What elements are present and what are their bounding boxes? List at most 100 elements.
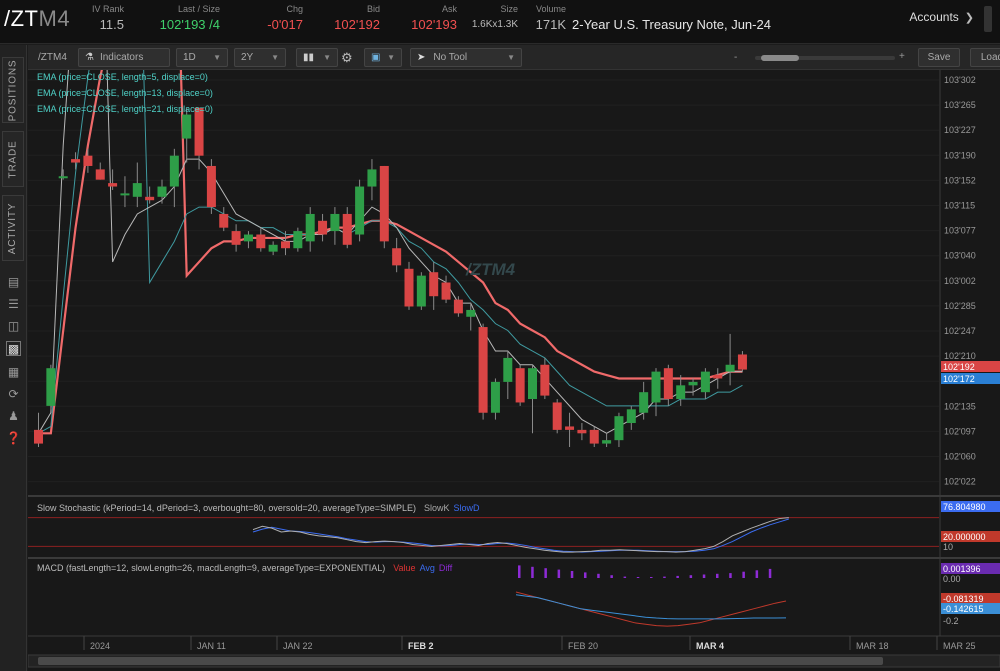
tab-activity[interactable]: ACTIVITY xyxy=(2,195,24,261)
study-ema5-label[interactable]: EMA (price=CLOSE, length=5, displace=0) xyxy=(37,72,208,82)
indicators-button[interactable]: ⚗ Indicators xyxy=(78,48,170,67)
macd-diff-bar xyxy=(742,571,745,578)
ask-value[interactable]: 102'193 xyxy=(405,17,457,32)
aggregation-value: 1D xyxy=(183,52,196,63)
stoch-axis-label: 10 xyxy=(943,542,953,552)
chart-symbol-label[interactable]: /ZTM4 xyxy=(32,48,72,67)
candle-body xyxy=(663,368,673,400)
people-icon[interactable]: ♟ xyxy=(6,409,21,424)
date-axis-label: MAR 25 xyxy=(943,641,976,651)
volume-field: Volume 171K xyxy=(528,4,566,32)
macd-diff-legend: Diff xyxy=(438,563,453,573)
news-icon[interactable]: ▤ xyxy=(6,275,21,290)
drawing-select[interactable]: ▣ ▼ xyxy=(364,48,402,67)
stoch-legend: SlowK SlowD xyxy=(424,503,480,513)
zoom-slider-thumb[interactable] xyxy=(761,55,799,61)
macd-axis-label: 0.001396 xyxy=(943,564,981,574)
candle-body xyxy=(83,155,93,166)
candle-body xyxy=(577,429,587,434)
candle-body xyxy=(614,416,624,441)
price-axis-label: 102'097 xyxy=(944,426,976,436)
macd-axis-label: 0.00 xyxy=(943,574,961,584)
refresh-icon[interactable]: ⟳ xyxy=(6,387,21,402)
aggregation-select[interactable]: 1D ▼ xyxy=(176,48,228,67)
ask-field[interactable]: Ask 102'193 xyxy=(405,4,457,32)
macd-diff-bar xyxy=(676,575,679,578)
chart-style-select[interactable]: ▮▮ ▼ xyxy=(296,48,338,67)
quote-bar: /ZTM4 IV Rank 11.5 Last / Size 102'193 /4 … xyxy=(0,0,1000,44)
macd-diff-bar xyxy=(597,573,600,578)
trading-app: /ZTM4 IV Rank 11.5 Last / Size 102'193 /4 … xyxy=(0,0,1000,671)
candle-body xyxy=(132,183,142,197)
price-axis-label: 103'002 xyxy=(944,276,976,286)
macd-axis-label: -0.142615 xyxy=(943,604,984,614)
macd-diff-bar xyxy=(663,576,666,578)
header-scrollbar[interactable] xyxy=(984,6,992,32)
candle-body xyxy=(342,213,352,245)
macd-diff-bar xyxy=(518,565,521,578)
study-stoch-label[interactable]: Slow Stochastic (kPeriod=14, dPeriod=3, … xyxy=(37,503,480,513)
candle-body xyxy=(478,327,488,413)
chart-toolbar: /ZTM4 ⚗ Indicators 1D ▼ 2Y ▼ ▮▮ ▼ ⚙ ▣ ▼ ➤ No T… xyxy=(28,45,1000,70)
tab-positions[interactable]: POSITIONS xyxy=(2,57,24,123)
volume-label: Volume xyxy=(535,4,566,14)
left-sidebar: POSITIONS TRADE ACTIVITY ▤ ☰ ◫ ▩ ▦ ⟳ ♟ ❓ xyxy=(0,45,27,671)
candle-body xyxy=(367,169,377,187)
macd-axis-label: -0.2 xyxy=(943,616,959,626)
macd-value-legend: Value xyxy=(393,563,416,573)
chart-icon[interactable]: ▩ xyxy=(6,341,21,356)
help-icon[interactable]: ❓ xyxy=(6,431,21,446)
ask-label: Ask xyxy=(441,4,457,14)
price-axis-label: 102'210 xyxy=(944,351,976,361)
tool-select[interactable]: ➤ No Tool ▼ xyxy=(410,48,522,67)
caret-down-icon: ▼ xyxy=(387,53,395,62)
zoom-slider[interactable] xyxy=(755,55,895,61)
size-label: Size xyxy=(500,4,518,14)
list-icon[interactable]: ☰ xyxy=(6,297,21,312)
timeframe-select[interactable]: 2Y ▼ xyxy=(234,48,286,67)
last-size-field: Last / Size 102'193 /4 xyxy=(140,4,220,32)
load-button[interactable]: Load xyxy=(970,48,1000,67)
candle-body xyxy=(725,364,735,372)
price-chart-svg[interactable]: 103'302 103'265 103'227 103'190 103'152 103'1… xyxy=(28,70,1000,671)
layers-icon[interactable]: ◫ xyxy=(6,319,21,334)
study-macd-label[interactable]: MACD (fastLength=12, slowLength=26, macd… xyxy=(37,563,452,573)
symbol-title[interactable]: /ZTM4 xyxy=(4,6,70,32)
candle-body xyxy=(713,375,723,379)
symbol-main: /ZT xyxy=(4,6,39,31)
bid-value[interactable]: 102'192 xyxy=(330,17,380,32)
macd-diff-bar xyxy=(584,572,587,578)
zoom-in-button[interactable]: + xyxy=(899,51,905,62)
candle-body xyxy=(46,368,56,406)
macd-diff-bar xyxy=(544,568,547,578)
candle-body xyxy=(639,392,649,413)
macd-diff-bar xyxy=(570,571,574,578)
candle-body xyxy=(318,220,328,235)
candle-body xyxy=(700,371,710,393)
chevron-down-icon: ❯ xyxy=(964,11,974,24)
tab-positions-label: POSITIONS xyxy=(7,59,19,121)
candle-body xyxy=(528,368,537,400)
study-ema13-label[interactable]: EMA (price=CLOSE, length=13, displace=0) xyxy=(37,88,213,98)
grid-icon[interactable]: ▦ xyxy=(6,365,21,380)
macd-diff-bar xyxy=(531,566,534,578)
candle-body xyxy=(219,213,229,228)
bid-field[interactable]: Bid 102'192 xyxy=(330,4,380,32)
candle-body xyxy=(416,275,426,307)
macd-diff-bar xyxy=(768,568,772,578)
tab-trade[interactable]: TRADE xyxy=(2,131,24,187)
tab-activity-label: ACTIVITY xyxy=(7,202,19,254)
chart-area[interactable]: 103'302 103'265 103'227 103'190 103'152 103'1… xyxy=(28,70,1000,671)
accounts-dropdown[interactable]: Accounts ❯ xyxy=(909,10,974,24)
price-axis-label: 103'115 xyxy=(944,201,975,211)
save-button[interactable]: Save xyxy=(918,48,960,67)
timeframe-value: 2Y xyxy=(241,52,254,63)
caret-down-icon: ▼ xyxy=(323,53,331,62)
gear-icon[interactable]: ⚙ xyxy=(341,48,355,67)
candle-body xyxy=(626,409,636,424)
candle-body xyxy=(552,402,562,430)
study-ema21-label[interactable]: EMA (price=CLOSE, length=21, displace=0) xyxy=(37,104,213,114)
candle-body xyxy=(268,244,278,252)
zoom-out-button[interactable]: - xyxy=(734,52,737,63)
cursor-icon: ➤ xyxy=(417,52,426,63)
